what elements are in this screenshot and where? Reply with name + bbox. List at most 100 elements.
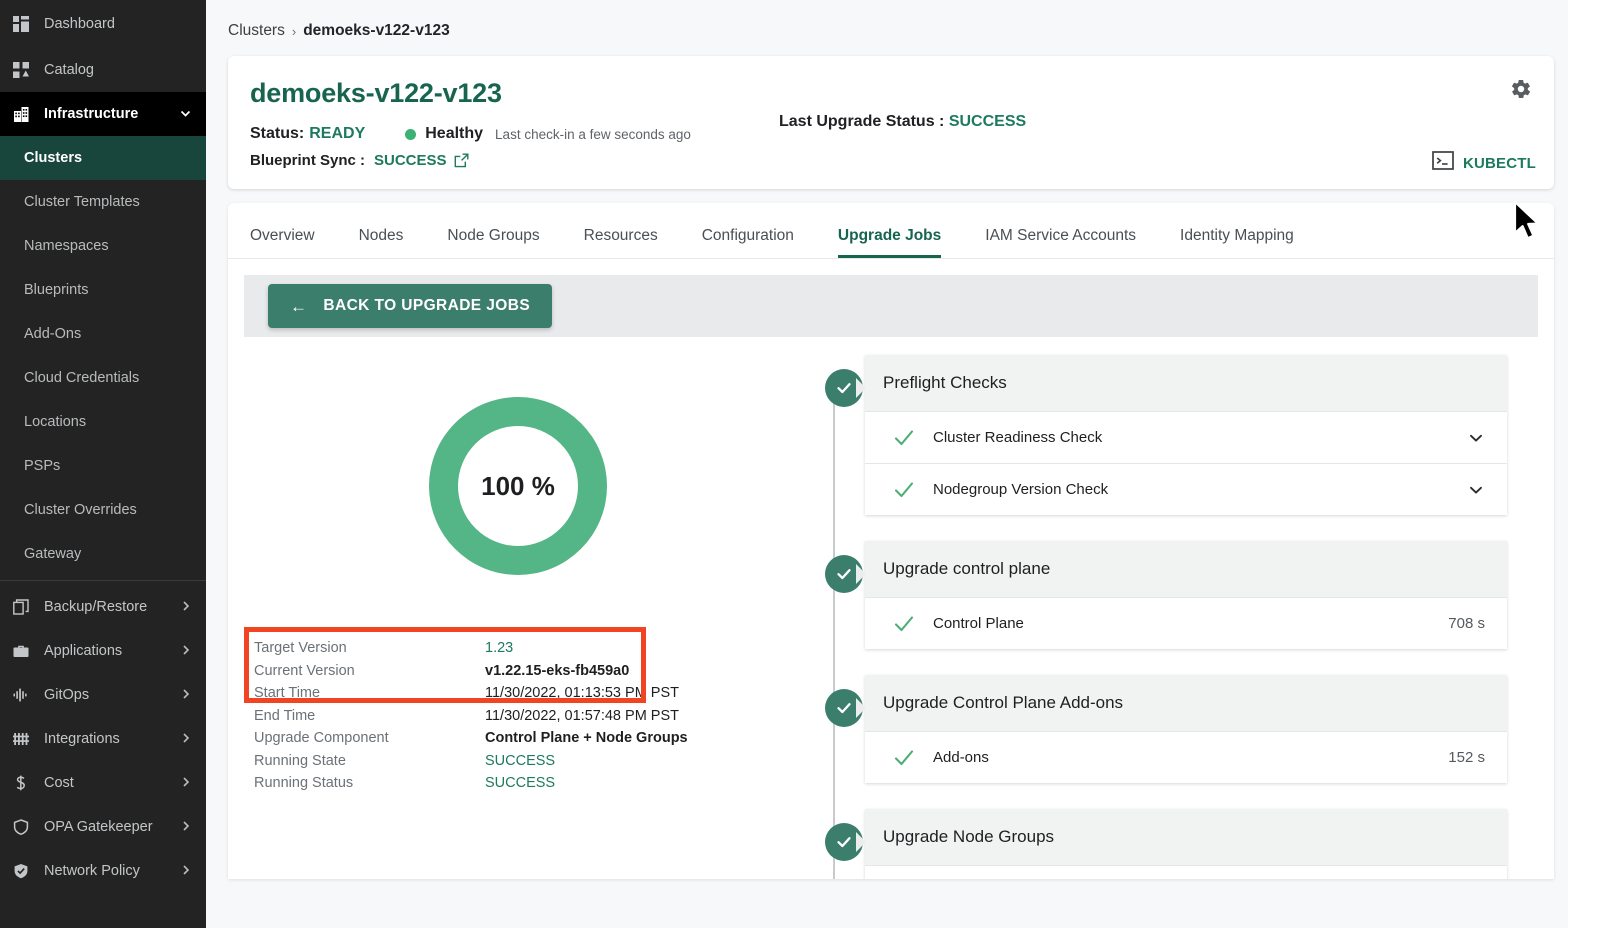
chevron-down-icon[interactable] bbox=[1467, 481, 1485, 499]
cluster-header-card: demoeks-v122-v123 Status: READY Healthy … bbox=[228, 56, 1554, 189]
chevron-right-icon bbox=[180, 644, 192, 658]
list-item-label: Add-ons bbox=[933, 749, 989, 766]
sidebar-item-clusters[interactable]: Clusters bbox=[0, 136, 206, 180]
breadcrumb-clusters-link[interactable]: Clusters bbox=[228, 22, 285, 40]
last-upgrade-status-value: SUCCESS bbox=[948, 113, 1027, 130]
chevron-down-icon bbox=[179, 107, 192, 122]
sidebar-item-dashboard[interactable]: Dashboard bbox=[0, 0, 206, 48]
timeline-card: Upgrade control plane Control Plane 708 … bbox=[865, 541, 1507, 649]
sidebar-item-integrations[interactable]: Integrations bbox=[0, 717, 206, 761]
upgrade-timeline: Preflight Checks Cluster Readiness Check bbox=[792, 355, 1554, 879]
last-checkin-text: Last check-in a few seconds ago bbox=[495, 126, 691, 142]
progress-donut-chart: 100 % bbox=[244, 355, 792, 617]
mouse-cursor bbox=[1513, 200, 1547, 251]
table-row: Target Version 1.23 bbox=[254, 637, 792, 660]
sidebar-item-gitops[interactable]: GitOps bbox=[0, 673, 206, 717]
timeline-card: Upgrade Node Groups bbox=[865, 809, 1507, 879]
sidebar-item-opa-gatekeeper[interactable]: OPA Gatekeeper bbox=[0, 805, 206, 849]
sidebar-item-network-policy[interactable]: Network Policy bbox=[0, 849, 206, 893]
sidebar-item-backup-restore[interactable]: Backup/Restore bbox=[0, 585, 206, 629]
table-row: Start Time 11/30/2022, 01:13:53 PM PST bbox=[254, 682, 792, 705]
list-item[interactable]: Nodegroup Version Check bbox=[865, 463, 1507, 515]
breadcrumb-separator: › bbox=[291, 23, 297, 39]
sidebar-item-add-ons[interactable]: Add-Ons bbox=[0, 312, 206, 356]
external-link-icon[interactable] bbox=[454, 153, 469, 168]
blueprint-sync-label: Blueprint Sync : bbox=[250, 152, 366, 169]
sidebar-item-label: GitOps bbox=[44, 687, 90, 703]
main-area: Clusters › demoeks-v122-v123 demoeks-v12… bbox=[206, 0, 1621, 928]
shield-icon bbox=[10, 816, 32, 838]
sidebar-item-cluster-overrides[interactable]: Cluster Overrides bbox=[0, 488, 206, 532]
tab-overview[interactable]: Overview bbox=[250, 227, 315, 258]
chevron-right-icon bbox=[180, 688, 192, 702]
tab-identity-mapping[interactable]: Identity Mapping bbox=[1180, 227, 1294, 258]
sidebar-item-catalog[interactable]: Catalog bbox=[0, 48, 206, 92]
timeline-card-title: Upgrade Node Groups bbox=[865, 809, 1507, 865]
tab-upgrade-jobs[interactable]: Upgrade Jobs bbox=[837, 227, 942, 258]
status-label: Status: bbox=[250, 125, 305, 142]
kubectl-button[interactable]: KUBECTL bbox=[1432, 151, 1536, 175]
timeline-card-title: Upgrade control plane bbox=[865, 541, 1507, 597]
breadcrumb: Clusters › demoeks-v122-v123 bbox=[206, 0, 1568, 40]
sidebar-item-locations[interactable]: Locations bbox=[0, 400, 206, 444]
sidebar-subitem-label: Locations bbox=[24, 414, 87, 430]
list-item[interactable]: Control Plane 708 s bbox=[865, 597, 1507, 649]
chevron-down-icon[interactable] bbox=[1467, 429, 1485, 447]
sidebar-divider bbox=[0, 580, 206, 581]
app-root: Dashboard Catalog Infrastructure Cluster… bbox=[0, 0, 1621, 928]
job-toolbar: ← BACK TO UPGRADE JOBS bbox=[244, 275, 1538, 337]
job-details-table: Target Version 1.23 Current Version v1.2… bbox=[244, 627, 792, 795]
health-dot-icon bbox=[405, 128, 417, 140]
sidebar-item-label: OPA Gatekeeper bbox=[44, 819, 153, 835]
copy-icon bbox=[10, 596, 32, 618]
list-item[interactable]: Add-ons 152 s bbox=[865, 731, 1507, 783]
sidebar-item-applications[interactable]: Applications bbox=[0, 629, 206, 673]
tab-configuration[interactable]: Configuration bbox=[702, 227, 794, 258]
sidebar: Dashboard Catalog Infrastructure Cluster… bbox=[0, 0, 206, 928]
tab-node-groups[interactable]: Node Groups bbox=[447, 227, 539, 258]
sidebar-item-namespaces[interactable]: Namespaces bbox=[0, 224, 206, 268]
sidebar-item-psps[interactable]: PSPs bbox=[0, 444, 206, 488]
sidebar-item-label: Backup/Restore bbox=[44, 599, 148, 615]
sidebar-item-gateway[interactable]: Gateway bbox=[0, 532, 206, 576]
blueprint-sync-value: SUCCESS bbox=[374, 152, 447, 169]
sidebar-item-cluster-templates[interactable]: Cluster Templates bbox=[0, 180, 206, 224]
tab-nodes[interactable]: Nodes bbox=[359, 227, 404, 258]
chevron-right-icon bbox=[180, 776, 192, 790]
gear-icon[interactable] bbox=[1508, 76, 1534, 102]
detail-label: Running Status bbox=[254, 775, 354, 792]
list-item[interactable]: Cluster Readiness Check bbox=[865, 411, 1507, 463]
dashboard-icon bbox=[10, 13, 32, 35]
dollar-icon bbox=[10, 772, 32, 794]
tab-resources[interactable]: Resources bbox=[584, 227, 658, 258]
blueprint-sync-row: Blueprint Sync : SUCCESS bbox=[250, 152, 1530, 169]
sidebar-subitem-label: Add-Ons bbox=[24, 326, 82, 342]
status-badge: READY bbox=[309, 125, 366, 142]
sidebar-subitem-label: Clusters bbox=[24, 150, 83, 166]
progress-ring: 100 % bbox=[429, 397, 607, 575]
timeline-step: Upgrade Node Groups bbox=[802, 809, 1554, 879]
sidebar-item-label: Catalog bbox=[44, 62, 94, 78]
detail-value: v1.22.15-eks-fb459a0 bbox=[485, 662, 630, 679]
briefcase-icon bbox=[10, 640, 32, 662]
job-summary-column: 100 % Target Version 1.23 Current Versio… bbox=[228, 355, 792, 879]
sidebar-subitem-label: Namespaces bbox=[24, 238, 109, 254]
sidebar-subitem-label: PSPs bbox=[24, 458, 61, 474]
check-icon bbox=[893, 428, 915, 448]
detail-value: 1.23 bbox=[485, 640, 514, 657]
detail-value: 11/30/2022, 01:57:48 PM PST bbox=[485, 707, 680, 724]
chevron-right-icon bbox=[180, 820, 192, 834]
list-item[interactable] bbox=[865, 865, 1507, 879]
tab-iam-service-accounts[interactable]: IAM Service Accounts bbox=[985, 227, 1136, 258]
sidebar-item-infrastructure[interactable]: Infrastructure bbox=[0, 92, 206, 136]
sidebar-item-blueprints[interactable]: Blueprints bbox=[0, 268, 206, 312]
back-to-upgrade-jobs-button[interactable]: ← BACK TO UPGRADE JOBS bbox=[268, 284, 553, 328]
tab-bar: Overview Nodes Node Groups Resources Con… bbox=[228, 203, 1554, 259]
sidebar-item-label: Network Policy bbox=[44, 863, 140, 879]
sidebar-item-label: Dashboard bbox=[44, 16, 115, 32]
sidebar-item-cost[interactable]: Cost bbox=[0, 761, 206, 805]
chevron-right-icon bbox=[180, 732, 192, 746]
table-row: Current Version v1.22.15-eks-fb459a0 bbox=[254, 660, 792, 683]
sidebar-item-cloud-credentials[interactable]: Cloud Credentials bbox=[0, 356, 206, 400]
detail-label: End Time bbox=[254, 707, 316, 724]
